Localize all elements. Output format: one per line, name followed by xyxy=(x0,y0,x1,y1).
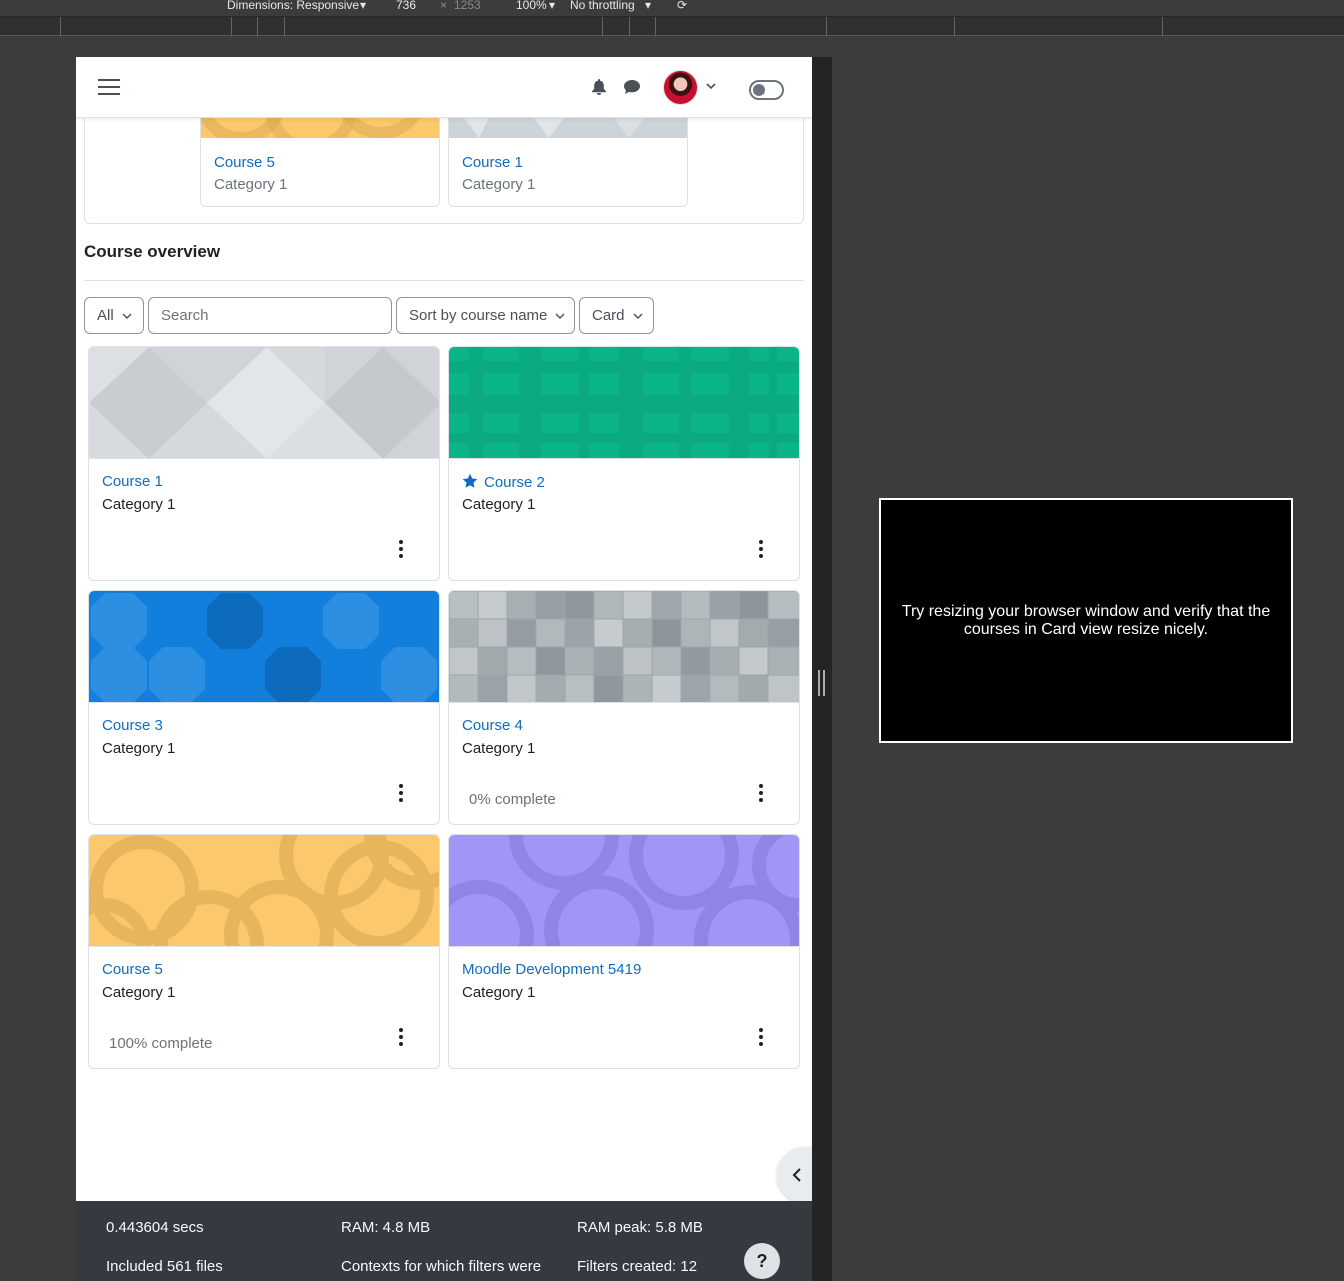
chevron-down-icon xyxy=(633,313,643,320)
course-title-link[interactable]: Moodle Development 5419 xyxy=(462,961,641,978)
course-category: Category 1 xyxy=(102,984,176,1001)
course-actions-kebab-icon[interactable] xyxy=(752,781,770,807)
edit-mode-toggle[interactable] xyxy=(749,80,784,100)
dimensions-dropdown[interactable]: Dimensions: Responsive xyxy=(227,0,359,12)
viewport-edge xyxy=(812,57,832,1281)
course-category: Category 1 xyxy=(102,740,176,757)
course-category: Category 1 xyxy=(462,496,536,513)
course-category: Category 1 xyxy=(462,984,536,1001)
throttling-caret-icon[interactable]: ▾ xyxy=(645,0,651,12)
course-progress: 0% complete xyxy=(469,791,556,808)
divider xyxy=(84,280,804,281)
bell-icon[interactable] xyxy=(592,79,606,95)
chevron-down-icon xyxy=(555,313,565,320)
recent-course-title[interactable]: Course 5 xyxy=(214,154,275,171)
sort-dropdown[interactable]: Sort by course name xyxy=(396,297,575,334)
course-actions-kebab-icon[interactable] xyxy=(392,537,410,563)
course-title-text: Course 2 xyxy=(484,474,545,491)
chat-icon[interactable] xyxy=(624,79,640,95)
course-card[interactable]: Course 5 Category 1 100% complete xyxy=(88,834,440,1069)
plaid-pattern xyxy=(449,347,799,458)
course-image[interactable] xyxy=(89,591,439,703)
grouping-label: All xyxy=(97,307,114,324)
course-card[interactable]: Course 1 Category 1 xyxy=(88,346,440,581)
help-button[interactable]: ? xyxy=(744,1243,780,1279)
devtools-toolbar: Dimensions: Responsive ▾ 736 × 1253 100%… xyxy=(0,0,1344,16)
performance-footer: 0.443604 secs RAM: 4.8 MB RAM peak: 5.8 … xyxy=(76,1201,812,1281)
responsive-viewport: Course 5 Category 1 Course 1 Category 1 … xyxy=(76,57,812,1281)
recent-course-category: Category 1 xyxy=(462,176,536,193)
recent-course-category: Category 1 xyxy=(214,176,288,193)
hex-pattern xyxy=(89,347,439,458)
chevron-down-icon xyxy=(122,313,132,320)
course-card[interactable]: Moodle Development 5419 Category 1 xyxy=(448,834,800,1069)
course-title-link[interactable]: Course 5 xyxy=(102,961,163,978)
grouping-dropdown[interactable]: All xyxy=(84,297,144,334)
course-actions-kebab-icon[interactable] xyxy=(752,1025,770,1051)
test-instruction-overlay: Try resizing your browser window and ver… xyxy=(879,498,1293,743)
course-image[interactable] xyxy=(449,591,799,703)
course-actions-kebab-icon[interactable] xyxy=(392,1025,410,1051)
footer-contexts: Contexts for which filters were xyxy=(341,1258,542,1275)
footer-time: 0.443604 secs xyxy=(106,1219,204,1236)
footer-files: Included 561 files xyxy=(106,1258,223,1275)
course-search-input[interactable] xyxy=(148,297,392,334)
footer-ram-peak: RAM peak: 5.8 MB xyxy=(577,1219,703,1236)
footer-filters: Filters created: 12 xyxy=(577,1258,698,1275)
throttling-dropdown[interactable]: No throttling xyxy=(570,0,635,12)
view-dropdown[interactable]: Card xyxy=(579,297,654,334)
course-image[interactable] xyxy=(449,835,799,947)
rotate-icon[interactable]: ⟳ xyxy=(677,0,687,12)
course-title-link[interactable]: Course 4 xyxy=(462,717,523,734)
user-avatar[interactable] xyxy=(663,70,698,105)
open-drawer-button[interactable] xyxy=(777,1147,812,1203)
star-icon xyxy=(462,473,478,488)
course-image[interactable] xyxy=(449,347,799,459)
sort-label: Sort by course name xyxy=(409,307,548,324)
course-progress: 100% complete xyxy=(109,1035,213,1052)
course-title-link[interactable]: Course 3 xyxy=(102,717,163,734)
course-image[interactable] xyxy=(89,835,439,947)
course-card[interactable]: Course 3 Category 1 xyxy=(88,590,440,825)
top-navbar xyxy=(76,57,812,118)
circles-pattern xyxy=(89,835,439,946)
times-sign: × xyxy=(440,0,448,12)
course-actions-kebab-icon[interactable] xyxy=(752,537,770,563)
course-card[interactable]: Course 4 Category 1 0% complete xyxy=(448,590,800,825)
viewport-width-input[interactable]: 736 xyxy=(396,0,416,12)
instruction-text: Try resizing your browser window and ver… xyxy=(901,602,1271,638)
dimensions-caret-icon[interactable]: ▾ xyxy=(360,0,366,12)
viewport-height-input[interactable]: 1253 xyxy=(454,0,481,12)
chevron-left-icon xyxy=(792,1168,801,1182)
course-card[interactable]: Course 2 Category 1 xyxy=(448,346,800,581)
octagon-pattern xyxy=(91,593,437,702)
circles-pattern xyxy=(449,835,799,946)
course-title-link[interactable]: Course 2 xyxy=(462,473,545,491)
course-category: Category 1 xyxy=(102,496,176,513)
zoom-caret-icon[interactable]: ▾ xyxy=(549,0,555,12)
squares-pattern xyxy=(449,591,799,702)
view-label: Card xyxy=(592,307,625,324)
chevron-down-icon[interactable] xyxy=(706,81,716,91)
hamburger-icon[interactable] xyxy=(98,79,120,96)
course-actions-kebab-icon[interactable] xyxy=(392,781,410,807)
course-image[interactable] xyxy=(89,347,439,459)
recent-course-title[interactable]: Course 1 xyxy=(462,154,523,171)
media-query-ruler[interactable] xyxy=(0,16,1344,36)
course-category: Category 1 xyxy=(462,740,536,757)
footer-ram: RAM: 4.8 MB xyxy=(341,1219,431,1236)
course-overview-heading: Course overview xyxy=(84,242,221,261)
viewport-resize-handle[interactable] xyxy=(818,670,825,696)
zoom-dropdown[interactable]: 100% xyxy=(516,0,547,12)
course-title-link[interactable]: Course 1 xyxy=(102,473,163,490)
